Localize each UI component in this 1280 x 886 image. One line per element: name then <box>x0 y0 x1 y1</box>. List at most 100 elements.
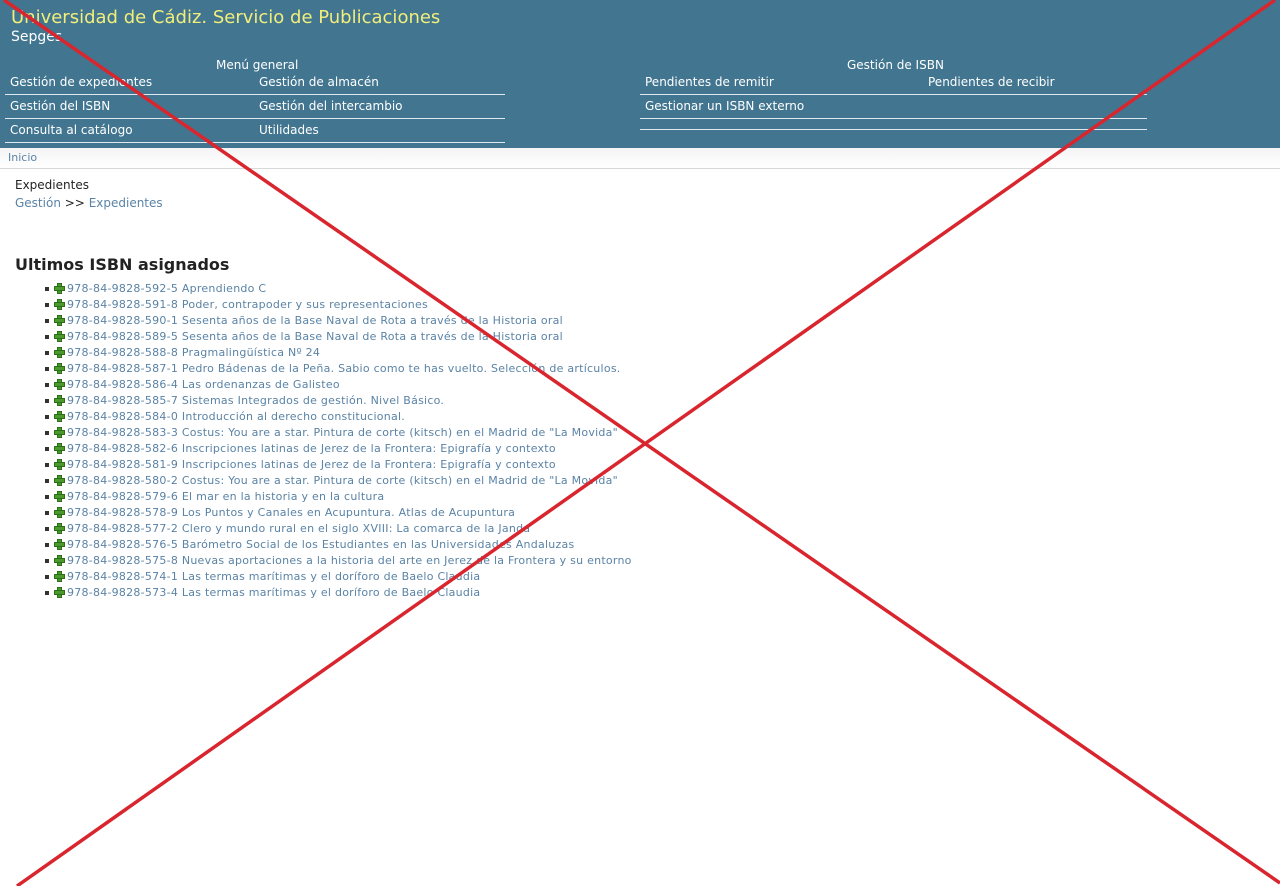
isbn-link[interactable]: 978-84-9828-580-2 Costus: You are a star… <box>67 474 618 487</box>
bullet-icon <box>45 399 49 403</box>
isbn-link[interactable]: 978-84-9828-583-3 Costus: You are a star… <box>67 426 618 439</box>
menu-gestion-almacen[interactable]: Gestión de almacén <box>259 75 379 89</box>
list-item: 978-84-9828-589-5 Sesenta años de la Bas… <box>45 329 632 345</box>
menu-consulta-catalogo[interactable]: Consulta al catálogo <box>10 123 133 137</box>
list-item: 978-84-9828-592-5 Aprendiendo C <box>45 281 632 297</box>
plus-icon[interactable] <box>54 507 65 518</box>
list-item: 978-84-9828-586-4 Las ordenanzas de Gali… <box>45 377 632 393</box>
isbn-link[interactable]: 978-84-9828-574-1 Las termas marítimas y… <box>67 570 480 583</box>
plus-icon[interactable] <box>54 299 65 310</box>
list-item: 978-84-9828-574-1 Las termas marítimas y… <box>45 569 632 585</box>
bullet-icon <box>45 383 49 387</box>
bullet-icon <box>45 495 49 499</box>
menu-pendientes-recibir[interactable]: Pendientes de recibir <box>928 75 1055 89</box>
breadcrumb: Inicio <box>0 148 1280 169</box>
plus-icon[interactable] <box>54 443 65 454</box>
list-item: 978-84-9828-582-6 Inscripciones latinas … <box>45 441 632 457</box>
plus-icon[interactable] <box>54 379 65 390</box>
bullet-icon <box>45 367 49 371</box>
plus-icon[interactable] <box>54 363 65 374</box>
list-item: 978-84-9828-587-1 Pedro Bádenas de la Pe… <box>45 361 632 377</box>
isbn-link[interactable]: 978-84-9828-591-8 Poder, contrapoder y s… <box>67 298 428 311</box>
plus-icon[interactable] <box>54 347 65 358</box>
section-path: Gestión >> Expedientes <box>15 196 163 210</box>
plus-icon[interactable] <box>54 459 65 470</box>
list-item: 978-84-9828-585-7 Sistemas Integrados de… <box>45 393 632 409</box>
breadcrumb-home-link[interactable]: Inicio <box>8 151 37 164</box>
isbn-link[interactable]: 978-84-9828-575-8 Nuevas aportaciones a … <box>67 554 632 567</box>
isbn-link[interactable]: 978-84-9828-590-1 Sesenta años de la Bas… <box>67 314 563 327</box>
bullet-icon <box>45 415 49 419</box>
bullet-icon <box>45 575 49 579</box>
plus-icon[interactable] <box>54 571 65 582</box>
isbn-list: 978-84-9828-592-5 Aprendiendo C 978-84-98… <box>45 281 632 601</box>
plus-icon[interactable] <box>54 587 65 598</box>
plus-icon[interactable] <box>54 491 65 502</box>
plus-icon[interactable] <box>54 427 65 438</box>
app-title: Universidad de Cádiz. Servicio de Public… <box>11 7 441 28</box>
isbn-menu-row: Pendientes de remitir Pendientes de reci… <box>640 71 1147 95</box>
isbn-link[interactable]: 978-84-9828-581-9 Inscripciones latinas … <box>67 458 556 471</box>
plus-icon[interactable] <box>54 395 65 406</box>
bullet-icon <box>45 351 49 355</box>
list-item: 978-84-9828-579-6 El mar en la historia … <box>45 489 632 505</box>
bullet-icon <box>45 431 49 435</box>
path-link-gestion[interactable]: Gestión <box>15 196 61 210</box>
list-item: 978-84-9828-591-8 Poder, contrapoder y s… <box>45 297 632 313</box>
list-item: 978-84-9828-577-2 Clero y mundo rural en… <box>45 521 632 537</box>
isbn-link[interactable]: 978-84-9828-585-7 Sistemas Integrados de… <box>67 394 444 407</box>
menu-gestion-expedientes[interactable]: Gestión de expedientes <box>10 75 152 89</box>
section-label: Expedientes <box>15 178 89 192</box>
list-item: 978-84-9828-583-3 Costus: You are a star… <box>45 425 632 441</box>
plus-icon[interactable] <box>54 475 65 486</box>
isbn-link[interactable]: 978-84-9828-589-5 Sesenta años de la Bas… <box>67 330 563 343</box>
plus-icon[interactable] <box>54 539 65 550</box>
list-item: 978-84-9828-580-2 Costus: You are a star… <box>45 473 632 489</box>
list-item: 978-84-9828-590-1 Sesenta años de la Bas… <box>45 313 632 329</box>
general-menu-heading: Menú general <box>216 58 299 72</box>
plus-icon[interactable] <box>54 331 65 342</box>
isbn-link[interactable]: 978-84-9828-578-9 Los Puntos y Canales e… <box>67 506 515 519</box>
isbn-link[interactable]: 978-84-9828-582-6 Inscripciones latinas … <box>67 442 556 455</box>
plus-icon[interactable] <box>54 283 65 294</box>
list-item: 978-84-9828-578-9 Los Puntos y Canales e… <box>45 505 632 521</box>
isbn-link[interactable]: 978-84-9828-584-0 Introducción al derech… <box>67 410 405 423</box>
general-menu-row: Consulta al catálogo Utilidades <box>5 119 505 143</box>
list-item: 978-84-9828-573-4 Las termas marítimas y… <box>45 585 632 601</box>
list-title: Ultimos ISBN asignados <box>15 255 230 274</box>
list-item: 978-84-9828-575-8 Nuevas aportaciones a … <box>45 553 632 569</box>
bullet-icon <box>45 511 49 515</box>
general-menu-row: Gestión de expedientes Gestión de almacé… <box>5 71 505 95</box>
plus-icon[interactable] <box>54 315 65 326</box>
plus-icon[interactable] <box>54 555 65 566</box>
general-menu-row: Gestión del ISBN Gestión del intercambio <box>5 95 505 119</box>
path-separator: >> <box>64 196 85 210</box>
plus-icon[interactable] <box>54 523 65 534</box>
menu-utilidades[interactable]: Utilidades <box>259 123 319 137</box>
menu-gestion-isbn[interactable]: Gestión del ISBN <box>10 99 110 113</box>
menu-pendientes-remitir[interactable]: Pendientes de remitir <box>645 75 774 89</box>
bullet-icon <box>45 479 49 483</box>
list-item: 978-84-9828-581-9 Inscripciones latinas … <box>45 457 632 473</box>
isbn-link[interactable]: 978-84-9828-586-4 Las ordenanzas de Gali… <box>67 378 340 391</box>
bullet-icon <box>45 543 49 547</box>
app-header: Universidad de Cádiz. Servicio de Public… <box>0 0 1280 148</box>
isbn-link[interactable]: 978-84-9828-577-2 Clero y mundo rural en… <box>67 522 530 535</box>
plus-icon[interactable] <box>54 411 65 422</box>
list-item: 978-84-9828-588-8 Pragmalingüística Nº 2… <box>45 345 632 361</box>
bullet-icon <box>45 559 49 563</box>
bullet-icon <box>45 591 49 595</box>
isbn-link[interactable]: 978-84-9828-588-8 Pragmalingüística Nº 2… <box>67 346 320 359</box>
menu-gestion-intercambio[interactable]: Gestión del intercambio <box>259 99 403 113</box>
isbn-link[interactable]: 978-84-9828-592-5 Aprendiendo C <box>67 282 266 295</box>
bullet-icon <box>45 303 49 307</box>
list-item: 978-84-9828-576-5 Barómetro Social de lo… <box>45 537 632 553</box>
isbn-link[interactable]: 978-84-9828-579-6 El mar en la historia … <box>67 490 384 503</box>
isbn-link[interactable]: 978-84-9828-576-5 Barómetro Social de lo… <box>67 538 574 551</box>
bullet-icon <box>45 463 49 467</box>
isbn-link[interactable]: 978-84-9828-587-1 Pedro Bádenas de la Pe… <box>67 362 621 375</box>
isbn-menu-row <box>640 106 1147 130</box>
bullet-icon <box>45 447 49 451</box>
path-link-expedientes[interactable]: Expedientes <box>89 196 163 210</box>
isbn-link[interactable]: 978-84-9828-573-4 Las termas marítimas y… <box>67 586 480 599</box>
